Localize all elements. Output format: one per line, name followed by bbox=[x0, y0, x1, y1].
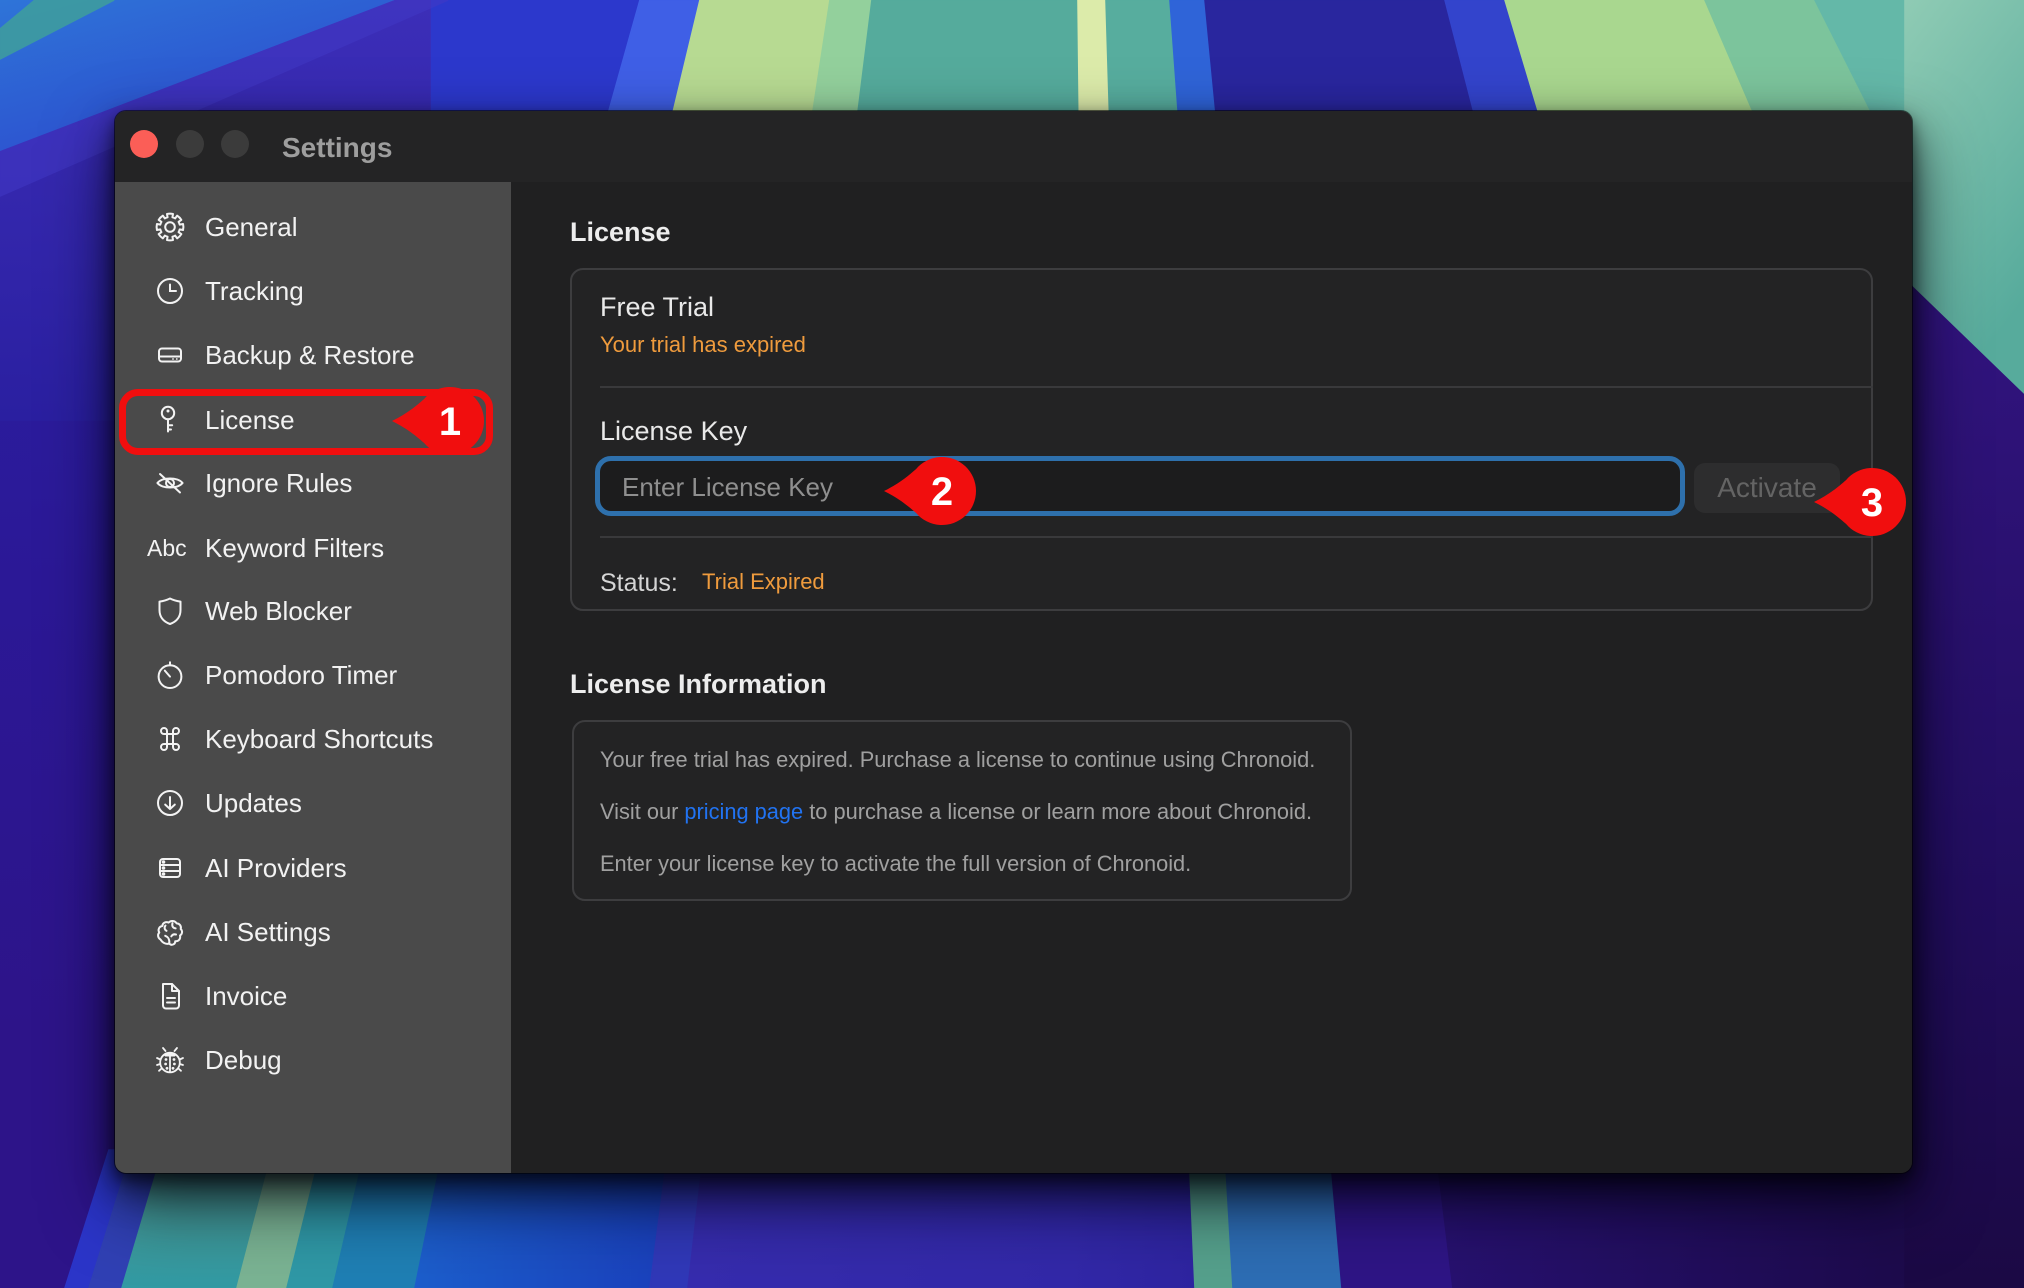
svg-text:3: 3 bbox=[1861, 481, 1883, 525]
svg-text:1: 1 bbox=[439, 400, 461, 444]
svg-text:2: 2 bbox=[931, 470, 953, 514]
